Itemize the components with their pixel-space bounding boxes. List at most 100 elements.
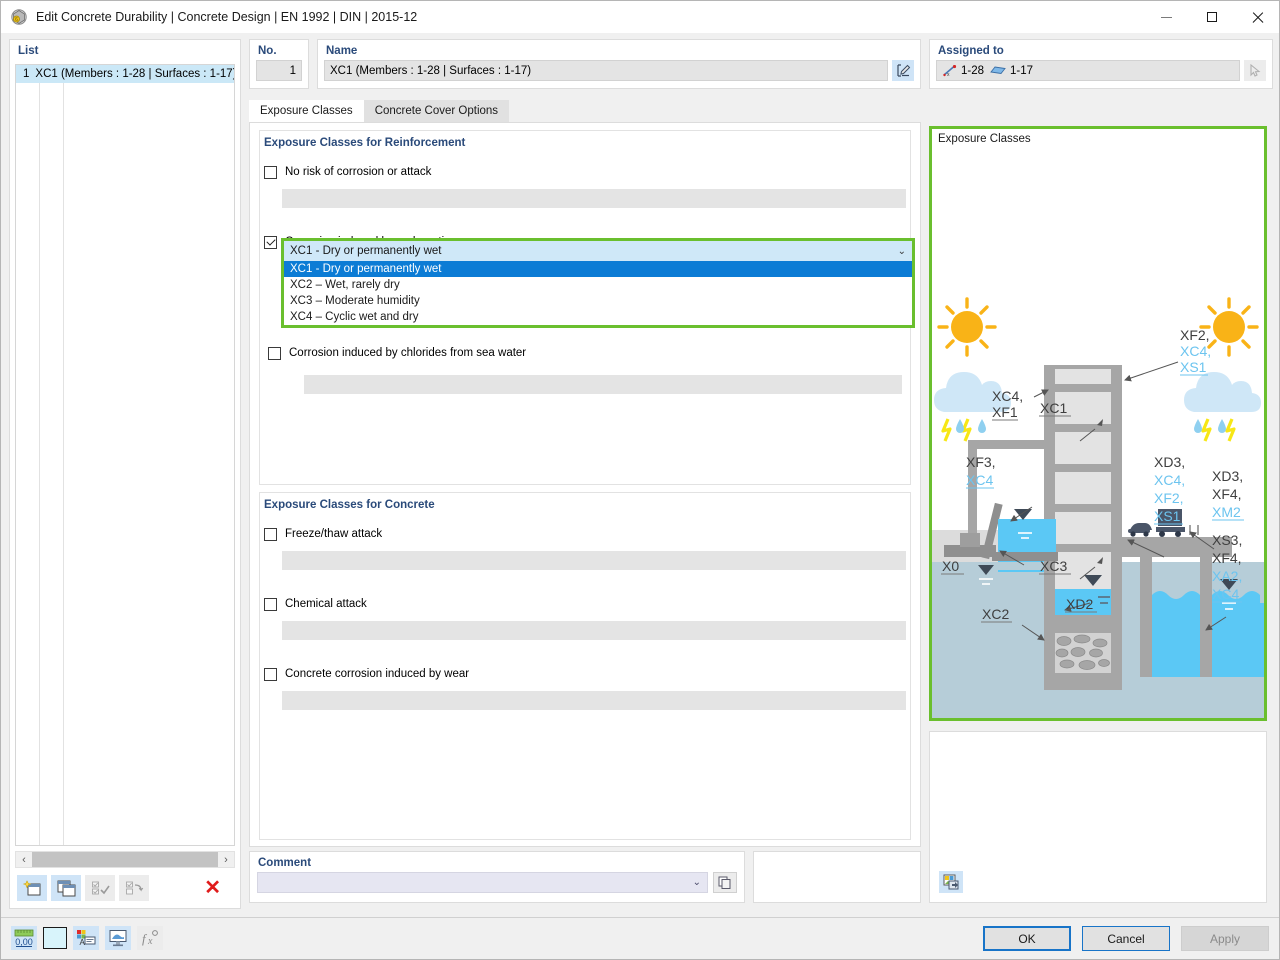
title-bar: 6 Edit Concrete Durability | Concrete De… — [1, 1, 1279, 33]
checkbox-no-risk-label: No risk of corrosion or attack — [285, 166, 432, 178]
list-horizontal-scrollbar[interactable]: ‹ › — [15, 851, 235, 868]
checkbox-wear-row[interactable]: Concrete corrosion induced by wear — [260, 665, 910, 683]
monitor-icon — [109, 930, 127, 947]
svg-text:6: 6 — [15, 17, 18, 23]
comment-side-panel — [753, 851, 921, 903]
list-body[interactable]: 1 XC1 (Members : 1-28 | Surfaces : 1-17) — [15, 64, 235, 846]
chevron-down-icon[interactable]: ⌄ — [693, 877, 701, 888]
units-value: 0,00 — [15, 937, 33, 947]
name-input[interactable]: XC1 (Members : 1-28 | Surfaces : 1-17) — [324, 60, 888, 81]
tab-exposure-classes[interactable]: Exposure Classes — [249, 100, 364, 122]
label-XF2-a: XF2, — [1154, 490, 1184, 506]
combo-option[interactable]: XC3 – Moderate humidity — [284, 293, 912, 309]
surface-icon — [990, 66, 1006, 74]
ruler-units-icon: 0,00 — [14, 929, 34, 947]
checkbox-freeze-thaw-row[interactable]: Freeze/thaw attack — [260, 525, 910, 543]
number-input[interactable]: 1 — [256, 60, 302, 81]
checkbox-carbonation[interactable] — [264, 235, 277, 249]
label-XF2: XF2, — [1180, 327, 1210, 343]
scrollbar-thumb[interactable] — [32, 852, 218, 867]
scroll-right-icon[interactable]: › — [218, 854, 234, 866]
list-item-number: 1 — [23, 68, 30, 80]
number-group: No. 1 — [249, 39, 309, 89]
list-item[interactable]: 1 XC1 (Members : 1-28 | Surfaces : 1-17) — [16, 65, 234, 83]
checkbox-sea-water[interactable] — [268, 346, 281, 360]
label-XM2: XM2 — [1212, 504, 1241, 520]
label-XC4-left: XC4, — [992, 388, 1023, 404]
maximize-button[interactable] — [1189, 1, 1235, 33]
display-properties-button[interactable]: A — [73, 926, 99, 950]
properties-icon: A — [77, 930, 96, 947]
checkbox-no-risk[interactable] — [264, 165, 277, 179]
wear-combo-disabled — [282, 691, 906, 710]
minimize-button[interactable] — [1143, 1, 1189, 33]
label-XF3: XF3, — [966, 454, 996, 470]
checkbox-chemical-attack-label: Chemical attack — [285, 598, 367, 610]
label-XS1-a: XS1 — [1154, 508, 1181, 524]
label-XC4-c: XC4 — [1212, 586, 1239, 602]
comment-group: Comment ⌄ — [249, 851, 745, 903]
invert-selection-icon — [125, 881, 143, 894]
save-image-icon — [943, 874, 959, 890]
carbonation-combo-display[interactable]: XC1 - Dry or permanently wet ⌄ — [284, 241, 912, 261]
exposure-classes-panel: Exposure Classes for Reinforcement No ri… — [249, 122, 921, 847]
new-window-icon — [22, 879, 40, 895]
label-XC3: XC3 — [1040, 558, 1067, 574]
new-item-button[interactable] — [17, 875, 47, 901]
tab-concrete-cover-options[interactable]: Concrete Cover Options — [363, 100, 510, 122]
concrete-section: Exposure Classes for Concrete Freeze/tha… — [259, 492, 911, 840]
footer-toolbar: 0,00 A f x — [11, 926, 163, 950]
copy-item-button[interactable] — [51, 875, 81, 901]
checkbox-no-risk-row[interactable]: No risk of corrosion or attack — [260, 163, 910, 181]
label-XF4-b: XF4, — [1212, 486, 1242, 502]
copy-pages-icon — [718, 876, 731, 889]
checkbox-chemical-attack[interactable] — [264, 597, 277, 611]
checkbox-freeze-thaw-label: Freeze/thaw attack — [285, 528, 383, 540]
assigned-to-group: Assigned to x 1-28 1-17 — [929, 39, 1273, 89]
comment-library-button[interactable] — [713, 872, 737, 893]
combo-option[interactable]: XC2 – Wet, rarely dry — [284, 277, 912, 293]
assigned-to-field[interactable]: x 1-28 1-17 — [936, 60, 1240, 81]
assigned-surfaces-value: 1-17 — [1010, 64, 1034, 77]
edit-name-button[interactable] — [892, 60, 914, 81]
ok-button[interactable]: OK — [983, 926, 1071, 951]
cancel-button[interactable]: Cancel — [1082, 926, 1170, 951]
close-button[interactable] — [1235, 1, 1279, 33]
checkbox-wear[interactable] — [264, 667, 277, 681]
app-icon: 6 — [10, 8, 28, 26]
carbonation-combo[interactable]: XC1 - Dry or permanently wet ⌄ XC1 - Dry… — [281, 238, 915, 328]
chevron-down-icon[interactable]: ⌄ — [898, 246, 906, 257]
label-XS3: XS3, — [1212, 532, 1242, 548]
view-button[interactable] — [105, 926, 131, 950]
color-button[interactable] — [43, 927, 67, 949]
units-button[interactable]: 0,00 — [11, 926, 37, 950]
delete-item-button[interactable]: ✕ — [204, 878, 221, 898]
label-XF4-c: XF4, — [1212, 550, 1242, 566]
name-group: Name XC1 (Members : 1-28 | Surfaces : 1-… — [317, 39, 921, 89]
window-title: Edit Concrete Durability | Concrete Desi… — [36, 10, 418, 24]
checkbox-sea-water-row[interactable]: Corrosion induced by chlorides from sea … — [264, 344, 526, 362]
label-XD3-a: XD3, — [1154, 454, 1185, 470]
carbonation-combo-list[interactable]: XC1 - Dry or permanently wet XC2 – Wet, … — [284, 261, 912, 325]
checkbox-chemical-attack-row[interactable]: Chemical attack — [260, 595, 910, 613]
scroll-left-icon[interactable]: ‹ — [16, 854, 32, 866]
label-XC4-basin: XC4 — [966, 472, 993, 488]
number-label: No. — [258, 45, 277, 57]
illustration-graphic: XF2, XC4, XS1 XC4, XF1 XC1 XF3, XC4 X0 X… — [932, 147, 1264, 718]
label-XC4-a: XC4, — [1154, 472, 1185, 488]
illustration-actions-panel — [929, 731, 1267, 903]
save-image-button[interactable] — [939, 871, 963, 893]
pick-assignment-button — [1244, 60, 1266, 81]
label-X0: X0 — [942, 558, 959, 574]
close-icon — [1252, 11, 1264, 23]
tab-strip: Exposure Classes Concrete Cover Options — [249, 100, 921, 122]
dialog-footer: 0,00 A f x OK Cancel Apply — [1, 917, 1279, 959]
combo-option[interactable]: XC4 – Cyclic wet and dry — [284, 309, 912, 325]
formula-button: f x — [137, 926, 163, 950]
combo-option[interactable]: XC1 - Dry or permanently wet — [284, 261, 912, 277]
comment-input[interactable]: ⌄ — [257, 872, 708, 893]
sun-left-icon — [937, 297, 997, 357]
checkbox-freeze-thaw[interactable] — [264, 527, 277, 541]
svg-text:x: x — [147, 936, 153, 947]
list-toolbar: ✕ — [15, 873, 235, 903]
